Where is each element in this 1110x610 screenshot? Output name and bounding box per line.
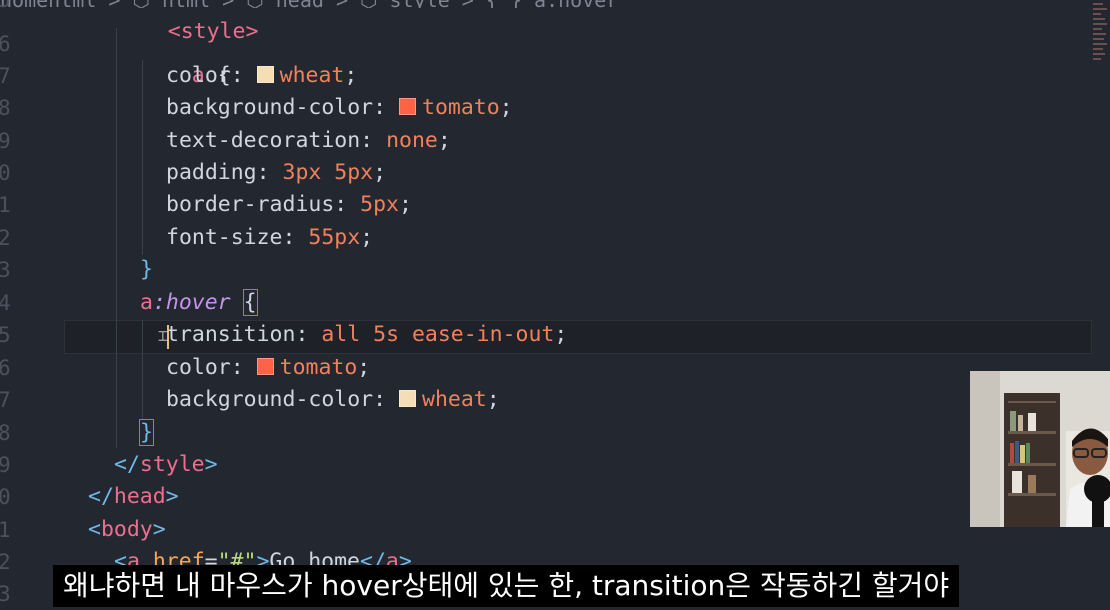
value-wheat: wheat	[279, 63, 345, 88]
code-line-19: </style>	[114, 452, 218, 477]
value-wheat: wheat	[422, 387, 487, 412]
value-tomato: tomato	[279, 355, 358, 380]
code-line-13: }	[140, 254, 153, 286]
code-line-10: padding: 3px 5px;	[166, 160, 387, 185]
value-tomato: tomato	[422, 95, 500, 120]
body-open-tag: body	[100, 517, 153, 542]
head-close-tag: head	[113, 484, 166, 509]
close-brace: }	[139, 419, 154, 446]
pseudo-class-hover: :hover	[152, 290, 231, 315]
value-font-size: 55px	[308, 225, 361, 250]
code-line-12: font-size: 55px;	[166, 225, 374, 250]
code-line-6: a {	[140, 28, 231, 88]
open-brace: {	[242, 289, 258, 316]
code-line-16: color: tomato;	[166, 355, 371, 380]
indent-guide	[116, 28, 117, 448]
property-color: color	[166, 63, 231, 88]
color-swatch-tomato[interactable]	[399, 97, 416, 115]
code-line-17: background-color: wheat;	[166, 387, 500, 412]
value-transition: all 5s ease-in-out	[321, 322, 555, 347]
property-font-size: font-size	[166, 225, 283, 250]
property-transition: transition	[166, 322, 296, 347]
ibeam-cursor-icon: ⌶	[158, 326, 168, 345]
property-text-decoration: text-decoration	[166, 128, 361, 153]
property-padding: padding	[166, 160, 257, 185]
code-line-11: border-radius: 5px;	[166, 192, 412, 217]
webcam-overlay	[970, 371, 1110, 527]
style-close-tag: style	[139, 452, 205, 477]
selector-a: a	[140, 290, 153, 315]
property-background-color: background-color	[166, 95, 374, 120]
indent-guide	[142, 320, 143, 420]
value-padding: 3px 5px	[282, 160, 374, 185]
code-line-18: }	[139, 417, 154, 449]
code-line-9: text-decoration: none;	[166, 128, 451, 153]
code-line-14: a:hover {	[140, 287, 258, 319]
property-color: color	[166, 355, 231, 380]
color-swatch-wheat[interactable]	[256, 65, 274, 83]
code-line-21: <body>	[88, 517, 166, 542]
minimap[interactable]	[1092, 0, 1110, 100]
color-swatch-wheat[interactable]	[399, 389, 416, 407]
code-line-5: <style>	[116, 0, 259, 44]
subtitle-caption: 왜냐하면 내 마우스가 hover상태에 있는 한, transition은 작…	[53, 565, 960, 607]
code-line-8: background-color: tomato;	[166, 95, 513, 120]
property-border-radius: border-radius	[166, 192, 335, 217]
code-editor[interactable]: <style> a { color: wheat; background-col…	[0, 0, 1092, 609]
close-brace: }	[140, 257, 153, 282]
code-line-20: </head>	[88, 484, 179, 509]
code-line-7: color: wheat;	[166, 63, 358, 88]
color-swatch-tomato[interactable]	[256, 357, 274, 375]
property-background-color: background-color	[166, 387, 374, 412]
value-border-radius: 5px	[360, 192, 400, 217]
value-none: none	[386, 128, 438, 153]
code-line-15: transition: all 5s ease-in-out;	[166, 322, 568, 347]
